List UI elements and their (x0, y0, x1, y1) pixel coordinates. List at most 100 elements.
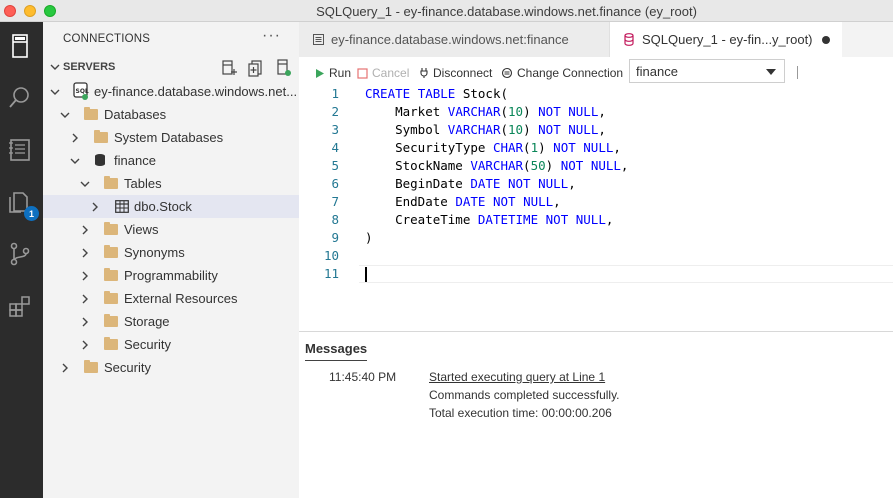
connections-icon[interactable] (4, 30, 36, 62)
line-number: 3 (331, 122, 339, 137)
code-text: StockName VARCHAR(50) NOT NULL, (365, 158, 629, 173)
line-number: 5 (331, 158, 339, 173)
svg-text:SQL: SQL (76, 88, 89, 95)
tree-tables[interactable]: Tables (43, 172, 299, 195)
servers-label: SERVERS (63, 61, 116, 73)
new-server-group-icon[interactable] (247, 59, 265, 77)
folder-icon (104, 337, 118, 350)
code-text: CreateTime DATETIME NOT NULL, (365, 212, 614, 227)
folder-icon (104, 222, 118, 235)
tab-database-dashboard[interactable]: ey-finance.database.windows.net:finance (299, 22, 610, 57)
new-connection-icon[interactable] (220, 59, 238, 77)
code-text: EndDate DATE NOT NULL, (365, 194, 561, 209)
code-text: SecurityType CHAR(1) NOT NULL, (365, 140, 621, 155)
tree-databases[interactable]: Databases (43, 103, 299, 126)
activity-bar: 1 (0, 22, 43, 498)
tree-security-database[interactable]: Security (43, 333, 299, 356)
tree-storage[interactable]: Storage (43, 310, 299, 333)
code-text: ) (365, 230, 373, 245)
run-button[interactable]: Run (315, 66, 351, 80)
source-control-icon[interactable] (4, 238, 36, 270)
tree-system-databases[interactable]: System Databases (43, 126, 299, 149)
line-number: 9 (331, 230, 339, 245)
code-line: 8 CreateTime DATETIME NOT NULL, (299, 211, 893, 229)
folder-icon (84, 107, 98, 120)
extensions-icon[interactable] (4, 290, 36, 322)
line-number: 4 (331, 140, 339, 155)
servers-section-header[interactable]: SERVERS (43, 58, 299, 78)
code-line: 7 EndDate DATE NOT NULL, (299, 193, 893, 211)
tree-programmability[interactable]: Programmability (43, 264, 299, 287)
database-select[interactable]: finance (629, 59, 785, 83)
code-line: 2 Market VARCHAR(10) NOT NULL, (299, 103, 893, 121)
cancel-label: Cancel (372, 66, 410, 80)
line-number: 7 (331, 194, 339, 209)
cancel-button[interactable]: Cancel (357, 66, 409, 80)
tree-security-server[interactable]: Security (43, 356, 299, 379)
code-text: BeginDate DATE NOT NULL, (365, 176, 576, 191)
tree-external-resources[interactable]: External Resources (43, 287, 299, 310)
folder-icon (94, 130, 108, 143)
current-line-highlight (359, 265, 893, 283)
message-line: Commands completed successfully. (429, 388, 620, 402)
line-number: 11 (323, 266, 339, 281)
chevron-right-icon (62, 363, 68, 373)
tree-label: dbo.Stock (134, 199, 192, 214)
sql-server-icon: SQL (73, 82, 89, 100)
disconnect-icon (420, 68, 428, 78)
change-connection-button[interactable]: Change Connection (501, 66, 623, 80)
chevron-right-icon (82, 248, 88, 258)
connections-sidebar: CONNECTIONS ··· SERVERS SQL ey-finance.d… (43, 22, 299, 498)
tree-views[interactable]: Views (43, 218, 299, 241)
message-link[interactable]: Started executing query at Line 1 (429, 370, 605, 384)
dropdown-arrow-icon (766, 69, 776, 75)
tree-synonyms[interactable]: Synonyms (43, 241, 299, 264)
query-toolbar: Run Cancel Disconnect Change Connection … (299, 57, 893, 87)
line-number: 2 (331, 104, 339, 119)
notebook-icon[interactable] (4, 134, 36, 166)
disconnect-label: Disconnect (433, 66, 493, 80)
tree-label: Synonyms (124, 245, 185, 260)
tree-label: Programmability (124, 268, 218, 283)
tree-label: Storage (124, 314, 170, 329)
tree-label: Security (104, 360, 151, 375)
disconnect-button[interactable]: Disconnect (419, 66, 492, 80)
search-icon[interactable] (4, 82, 36, 114)
chevron-down-icon (50, 89, 60, 95)
more-actions-icon[interactable]: ··· (262, 27, 281, 45)
title-bar: SQLQuery_1 - ey-finance.database.windows… (0, 0, 893, 22)
code-line: 3 Symbol VARCHAR(10) NOT NULL, (299, 121, 893, 139)
change-connection-label: Change Connection (517, 66, 624, 80)
tree-label: Tables (124, 176, 162, 191)
tree-dbo-stock[interactable]: dbo.Stock (43, 195, 299, 218)
folder-icon (104, 245, 118, 258)
code-line: 10 (299, 247, 893, 265)
active-connections-icon[interactable] (275, 59, 293, 77)
tree-label: finance (114, 153, 156, 168)
messages-tab[interactable]: Messages (305, 341, 368, 361)
code-editor[interactable]: 1 CREATE TABLE Stock( 2 Market VARCHAR(10… (299, 85, 893, 285)
folder-icon (104, 268, 118, 281)
folder-icon (104, 314, 118, 327)
tree-server[interactable]: SQL ey-finance.database.windows.net... (43, 80, 299, 103)
chevron-right-icon (82, 294, 88, 304)
server-name: ey-finance.database.windows.net... (94, 84, 298, 99)
dashboard-icon (313, 34, 324, 45)
tree-finance-database[interactable]: finance (43, 149, 299, 172)
sidebar-title: CONNECTIONS (63, 33, 151, 45)
unsaved-dot-icon[interactable] (822, 36, 830, 44)
tree-label: External Resources (124, 291, 238, 306)
tab-sqlquery[interactable]: SQLQuery_1 - ey-fin...y_root) (610, 22, 842, 57)
code-line: 9) (299, 229, 893, 247)
editor-area: ey-finance.database.windows.net:finance … (299, 22, 893, 498)
stop-icon (357, 67, 368, 79)
chevron-down-icon (80, 181, 90, 187)
editor-tabs: ey-finance.database.windows.net:finance … (299, 22, 893, 57)
message-line: Total execution time: 00:00:00.206 (429, 406, 612, 420)
database-icon (95, 154, 105, 166)
change-connection-icon (501, 67, 513, 79)
explorer-icon[interactable]: 1 (4, 186, 39, 221)
chevron-down-icon (50, 64, 60, 70)
tab-label: SQLQuery_1 - ey-fin...y_root) (642, 32, 813, 47)
message-timestamp: 11:45:40 PM (329, 370, 397, 384)
